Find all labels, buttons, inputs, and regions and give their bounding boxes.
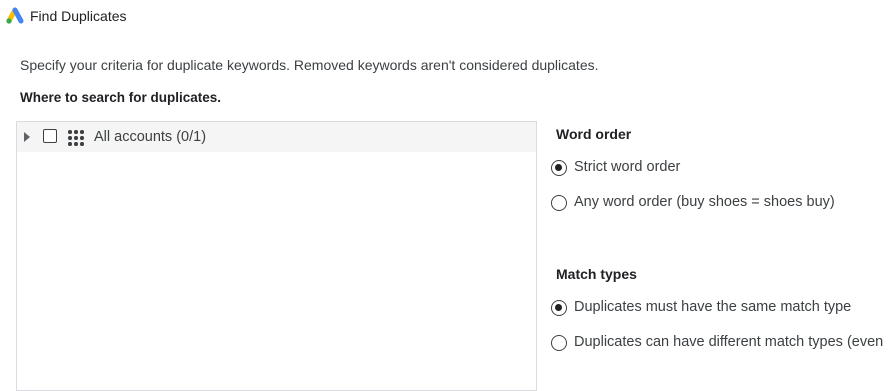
tree-row-all-accounts[interactable]: All accounts (0/1) bbox=[17, 122, 536, 152]
word-order-heading: Word order bbox=[556, 126, 632, 142]
radio-label: Strict word order bbox=[574, 159, 681, 175]
radio-label: Duplicates must have the same match type bbox=[574, 299, 852, 315]
radio-button-selected[interactable] bbox=[551, 160, 567, 176]
match-types-heading: Match types bbox=[556, 266, 637, 282]
radio-button[interactable] bbox=[551, 195, 567, 211]
window-title: Find Duplicates bbox=[30, 8, 127, 24]
description-text: Specify your criteria for duplicate keyw… bbox=[20, 57, 599, 73]
google-ads-logo-icon bbox=[6, 7, 24, 24]
radio-button[interactable] bbox=[551, 335, 567, 351]
all-accounts-label: All accounts (0/1) bbox=[94, 129, 207, 145]
expand-arrow-icon[interactable] bbox=[24, 132, 30, 142]
account-tree-panel: All accounts (0/1) bbox=[16, 121, 537, 391]
all-accounts-checkbox[interactable] bbox=[43, 129, 57, 143]
radio-button-selected[interactable] bbox=[551, 300, 567, 316]
title-bar: Find Duplicates bbox=[0, 0, 892, 34]
account-grid-icon bbox=[68, 130, 84, 146]
radio-label: Any word order (buy shoes = shoes buy) bbox=[574, 194, 835, 210]
radio-label: Duplicates can have different match type… bbox=[574, 334, 884, 350]
where-to-search-heading: Where to search for duplicates. bbox=[20, 90, 222, 105]
